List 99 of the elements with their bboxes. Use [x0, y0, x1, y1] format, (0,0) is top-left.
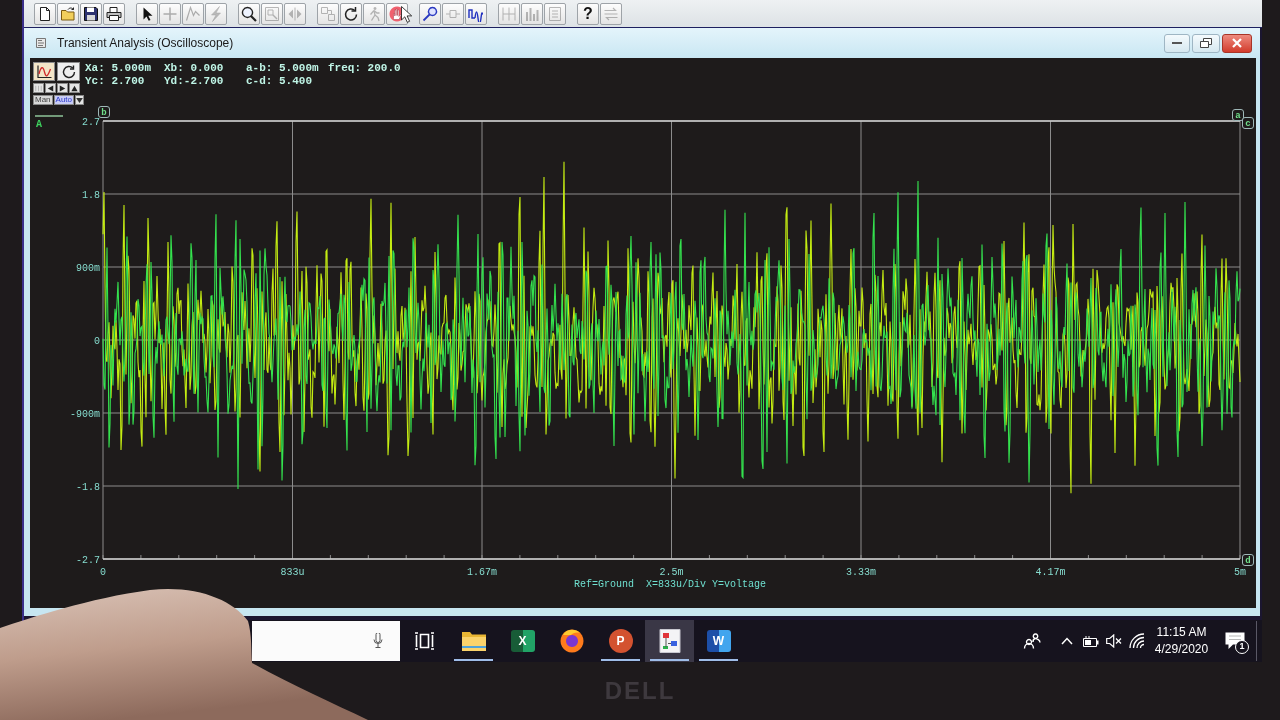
word-processor-icon: W: [706, 630, 731, 652]
bars-icon: [35, 84, 42, 92]
folder-icon: [461, 631, 486, 651]
cursor-readout: Yd:-2.700: [164, 75, 225, 88]
axis-label: 0: [100, 567, 106, 578]
caret-icon: [76, 97, 84, 103]
legend-line: [34, 115, 64, 117]
dropdown-button[interactable]: [75, 95, 85, 105]
presentation-icon: P: [608, 629, 633, 653]
diagram-icon: [658, 629, 681, 653]
notification-badge: 1: [1235, 640, 1249, 654]
page-icon: [547, 5, 563, 22]
bar-chart-icon: [524, 5, 540, 22]
axis-label: 1.67m: [467, 567, 497, 578]
cursor-readout: freq: 200.0: [328, 62, 401, 75]
columns-icon: [501, 5, 517, 22]
graph-button[interactable]: [33, 62, 55, 81]
axis-label: -900m: [70, 408, 100, 420]
magnifier-icon: [241, 5, 257, 22]
minimize-icon: [1172, 41, 1182, 45]
scale-mode-button[interactable]: Man: [33, 95, 53, 105]
clock-time[interactable]: 11:15 AM: [1156, 624, 1207, 641]
clock-date[interactable]: 4/29/2020: [1154, 641, 1209, 658]
printer-icon: [106, 5, 122, 22]
restore-icon: [1200, 38, 1212, 48]
mouse-pointer-icon: [401, 6, 412, 23]
taskbar-app-button[interactable]: [645, 620, 694, 662]
cursor-marker[interactable]: b: [98, 106, 110, 118]
microphone-icon: [373, 633, 383, 649]
cursor-readout: Xb: 0.000: [164, 62, 225, 75]
blocks-icon: [320, 5, 336, 22]
save-button[interactable]: [80, 2, 102, 25]
cursor-marker[interactable]: d: [1242, 554, 1254, 566]
notifications-button[interactable]: 1: [1214, 621, 1256, 661]
axis-label: 5m: [1234, 567, 1246, 578]
document-icon: [37, 5, 53, 22]
rotate-icon: [343, 5, 359, 22]
axis-caption: Ref=Ground X=833u/Div Y=voltage: [574, 579, 766, 590]
zoom-button[interactable]: [238, 2, 260, 25]
spreadsheet-icon: X: [510, 630, 535, 652]
select-button[interactable]: [136, 2, 158, 25]
right-triangle-icon: [59, 84, 66, 92]
restore-button[interactable]: [1192, 33, 1220, 53]
axis-label: -1.8: [76, 481, 100, 493]
taskbar-app-button[interactable]: W: [694, 620, 743, 662]
minimize-button[interactable]: [1164, 33, 1190, 53]
folder-icon: [60, 5, 76, 22]
taskbar-app-button[interactable]: X: [498, 620, 547, 662]
window-title: Transient Analysis (Oscilloscope): [57, 36, 234, 50]
chevron-up-icon: [1061, 637, 1073, 645]
taskbar-app-button[interactable]: P: [596, 620, 645, 662]
open-button[interactable]: [57, 2, 79, 25]
axis-label: 0: [94, 335, 100, 347]
task-view-icon: [414, 632, 435, 650]
axis-label: 833u: [280, 567, 305, 578]
new-file-button[interactable]: [34, 2, 56, 25]
swap-arrows-icon: [603, 5, 619, 22]
close-icon: [1232, 38, 1242, 48]
cursor-marker[interactable]: a: [1232, 109, 1244, 121]
globe-icon: [559, 629, 584, 653]
axis-label: 900m: [76, 262, 100, 274]
search-field[interactable]: [252, 621, 400, 661]
cursor-readout: c-d: 5.400: [246, 75, 313, 88]
cursor-readout: Yc: 2.700: [85, 75, 146, 88]
zoom-box-icon: [264, 5, 280, 22]
help-button[interactable]: ?: [577, 2, 599, 25]
scale-mode-button[interactable]: Auto: [53, 95, 75, 105]
people-icon: [1023, 633, 1041, 649]
plus-icon: [162, 5, 178, 22]
step-up-button[interactable]: [69, 83, 80, 93]
channel-label: A: [36, 119, 42, 130]
up-triangle-icon: [71, 84, 78, 92]
wire-icon: [185, 5, 201, 22]
axis-label: 2.5m: [659, 567, 684, 578]
axis-label: -2.7: [76, 554, 100, 566]
axis-label: 2.7: [82, 116, 100, 128]
split-arrows-icon: [287, 5, 303, 22]
cursor-readout: a-b: 5.000m: [246, 62, 320, 75]
left-triangle-icon: [47, 84, 54, 92]
rotate-button[interactable]: [340, 2, 362, 25]
close-button[interactable]: [1222, 33, 1252, 53]
step-left-button[interactable]: [45, 83, 56, 93]
window-icon: [36, 38, 46, 48]
axis-label: 1.8: [82, 189, 100, 201]
cursor-marker[interactable]: c: [1242, 117, 1254, 129]
reset-button[interactable]: [57, 62, 80, 81]
waveform-button[interactable]: [465, 2, 487, 25]
axis-label: 4.17m: [1035, 567, 1066, 578]
lightning-icon: [208, 5, 224, 22]
probe-icon: [422, 5, 438, 22]
probe-button[interactable]: [419, 2, 441, 25]
print-button[interactable]: [103, 2, 125, 25]
reset-icon: [61, 64, 76, 79]
step-right-button[interactable]: [57, 83, 68, 93]
axis-label: 3.33m: [846, 567, 876, 578]
cursor-readout: Xa: 5.000m: [85, 62, 152, 75]
battery-icon: [1083, 635, 1099, 647]
graph-icon: [36, 64, 52, 79]
wifi-icon: [1129, 633, 1145, 649]
